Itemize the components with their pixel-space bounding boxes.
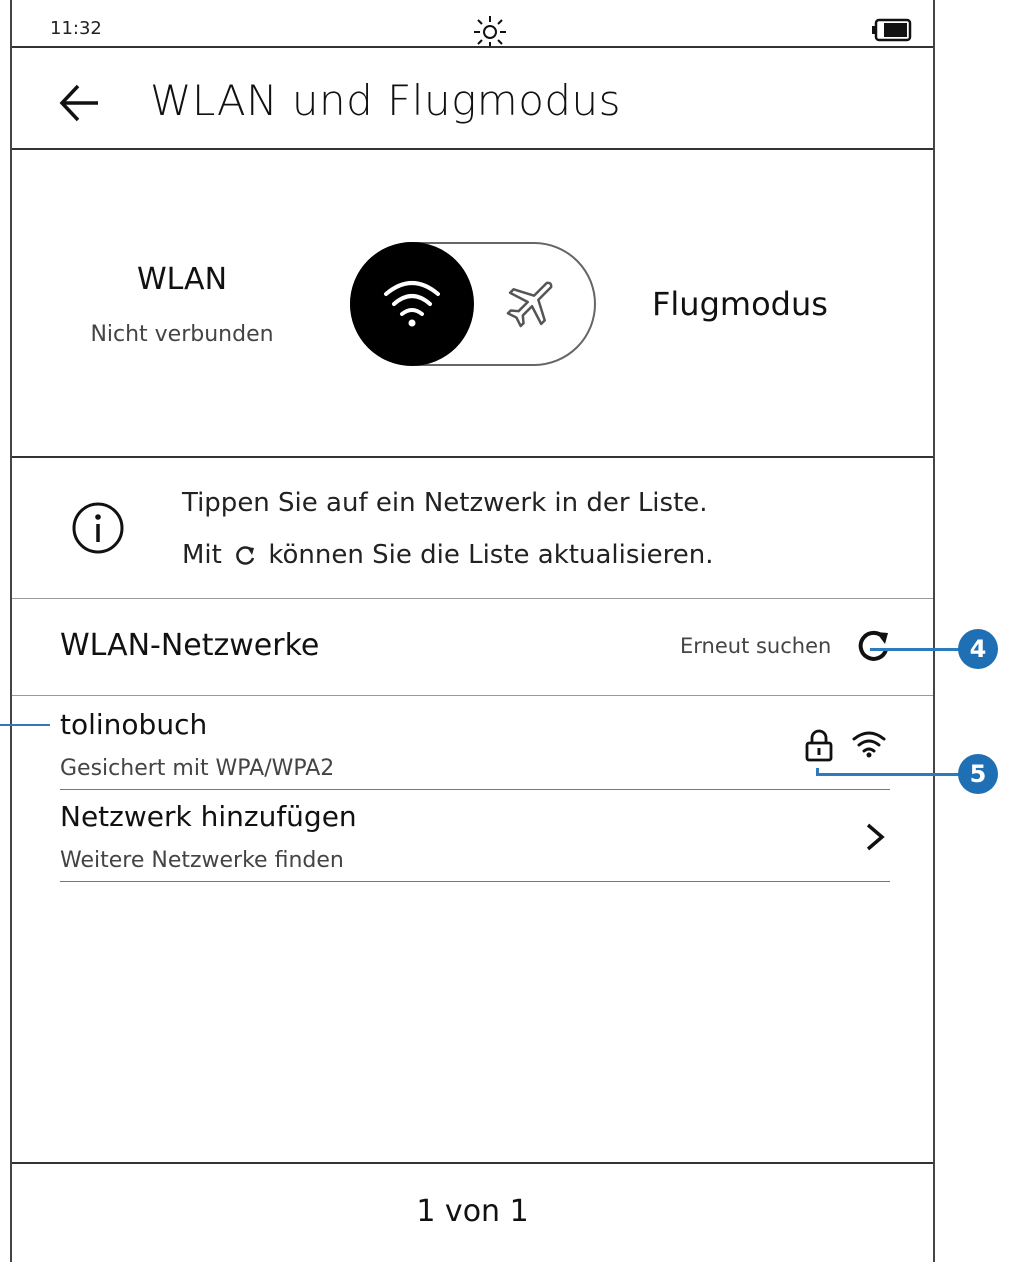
callout-marker-4: 4 [958, 629, 998, 669]
flightmode-label: Flugmodus [652, 285, 828, 323]
header-divider [12, 148, 933, 150]
callout-line-4 [870, 648, 962, 651]
network-security: Gesichert mit WPA/WPA2 [60, 756, 335, 781]
row-divider [60, 881, 890, 882]
lock-icon [804, 728, 834, 766]
info-icon [70, 500, 126, 560]
wlan-status: Nicht verbunden [90, 322, 274, 347]
row-divider [60, 789, 890, 790]
page-title: WLAN und Flugmodus [150, 76, 622, 125]
networks-title: WLAN-Netzwerke [60, 628, 320, 663]
wlan-flightmode-toggle[interactable] [350, 242, 596, 366]
callout-line-5 [816, 773, 962, 776]
info-line-2-suffix: können Sie die Liste aktualisieren. [268, 540, 714, 570]
wifi-signal-icon [852, 730, 886, 762]
network-name: tolinobuch [60, 708, 208, 741]
wifi-icon [384, 281, 440, 327]
status-time: 11:32 [50, 18, 102, 39]
info-line-2: Mit können Sie die Liste aktualisieren. [182, 540, 713, 570]
wlan-label: WLAN [136, 262, 228, 297]
callout-marker-5: 5 [958, 754, 998, 794]
footer-divider [12, 1162, 933, 1164]
toggle-divider [12, 456, 933, 458]
callout-line-left [0, 724, 50, 726]
airplane-icon [502, 272, 562, 336]
info-line-2-prefix: Mit [182, 540, 222, 570]
device-screen: 11:32 WLAN und Flugmodus WLAN Nicht verb [10, 0, 935, 1262]
status-divider [12, 46, 933, 48]
toggle-knob [350, 242, 474, 366]
add-network-sub: Weitere Netzwerke finden [60, 848, 344, 873]
info-divider [12, 598, 933, 599]
chevron-right-icon [864, 822, 886, 856]
page-indicator: 1 von 1 [416, 1194, 529, 1229]
info-line-1: Tippen Sie auf ein Netzwerk in der Liste… [182, 488, 708, 518]
arrow-left-icon [59, 84, 98, 122]
rescan-button[interactable]: Erneut suchen [680, 634, 831, 658]
back-button[interactable] [54, 78, 104, 128]
battery-icon [872, 18, 912, 46]
networks-header-divider [12, 695, 933, 696]
refresh-icon [236, 545, 255, 565]
frontlight-icon[interactable] [472, 14, 508, 54]
add-network-label: Netzwerk hinzufügen [60, 800, 357, 833]
